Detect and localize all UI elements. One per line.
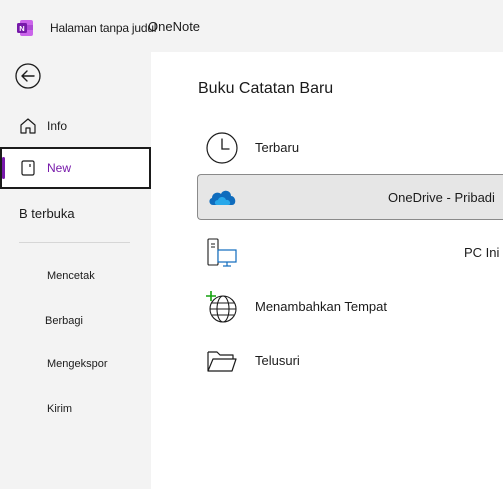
page-title: Buku Catatan Baru xyxy=(198,80,334,97)
document-title: Halaman tanpa judul xyxy=(50,21,157,35)
backstage-sidebar: Info New B terbuka Mencetak Berbagi Meng… xyxy=(0,52,151,489)
app-name: OneNote xyxy=(148,19,201,34)
nav-item-new[interactable]: New xyxy=(0,147,151,189)
location-add-place[interactable]: Menambahkan Tempat xyxy=(197,284,503,330)
location-browse[interactable]: Telusuri xyxy=(197,338,503,384)
location-recent-label: Terbaru xyxy=(255,140,300,155)
main-panel: Buku Catatan Baru Terbaru OneDrive - Pri… xyxy=(151,52,503,489)
location-this-pc-label: PC Ini xyxy=(464,245,500,260)
nav-item-export[interactable]: Mengekspor xyxy=(47,358,108,370)
location-recent[interactable]: Terbaru xyxy=(197,125,503,171)
nav-item-send[interactable]: Kirim xyxy=(47,403,72,415)
clock-icon xyxy=(206,132,238,164)
title-bar: N Halaman tanpa judul OneNote xyxy=(0,0,503,52)
folder-open-icon xyxy=(207,351,237,372)
nav-item-share[interactable]: Berbagi xyxy=(45,315,83,327)
nav-item-print[interactable]: Mencetak xyxy=(47,270,95,282)
notebook-icon xyxy=(21,160,35,176)
location-this-pc[interactable]: PC Ini xyxy=(197,230,503,276)
globe-add-icon xyxy=(206,291,237,323)
location-onedrive[interactable]: OneDrive - Pribadi xyxy=(197,174,503,220)
nav-item-info[interactable]: Info xyxy=(0,106,151,146)
onenote-logo-icon: N xyxy=(17,20,33,36)
location-add-place-label: Menambahkan Tempat xyxy=(255,299,388,314)
selected-indicator xyxy=(2,157,5,179)
nav-new-label: New xyxy=(47,161,72,175)
nav-item-open[interactable]: B terbuka xyxy=(19,206,75,221)
onedrive-cloud-icon xyxy=(209,190,236,205)
nav-info-label: Info xyxy=(47,119,68,133)
location-browse-label: Telusuri xyxy=(255,353,300,368)
location-onedrive-label: OneDrive - Pribadi xyxy=(388,190,495,205)
sidebar-divider xyxy=(19,242,130,243)
svg-text:N: N xyxy=(19,24,24,33)
home-icon xyxy=(20,118,36,134)
computer-icon xyxy=(207,238,237,267)
back-arrow-icon[interactable] xyxy=(14,62,42,90)
